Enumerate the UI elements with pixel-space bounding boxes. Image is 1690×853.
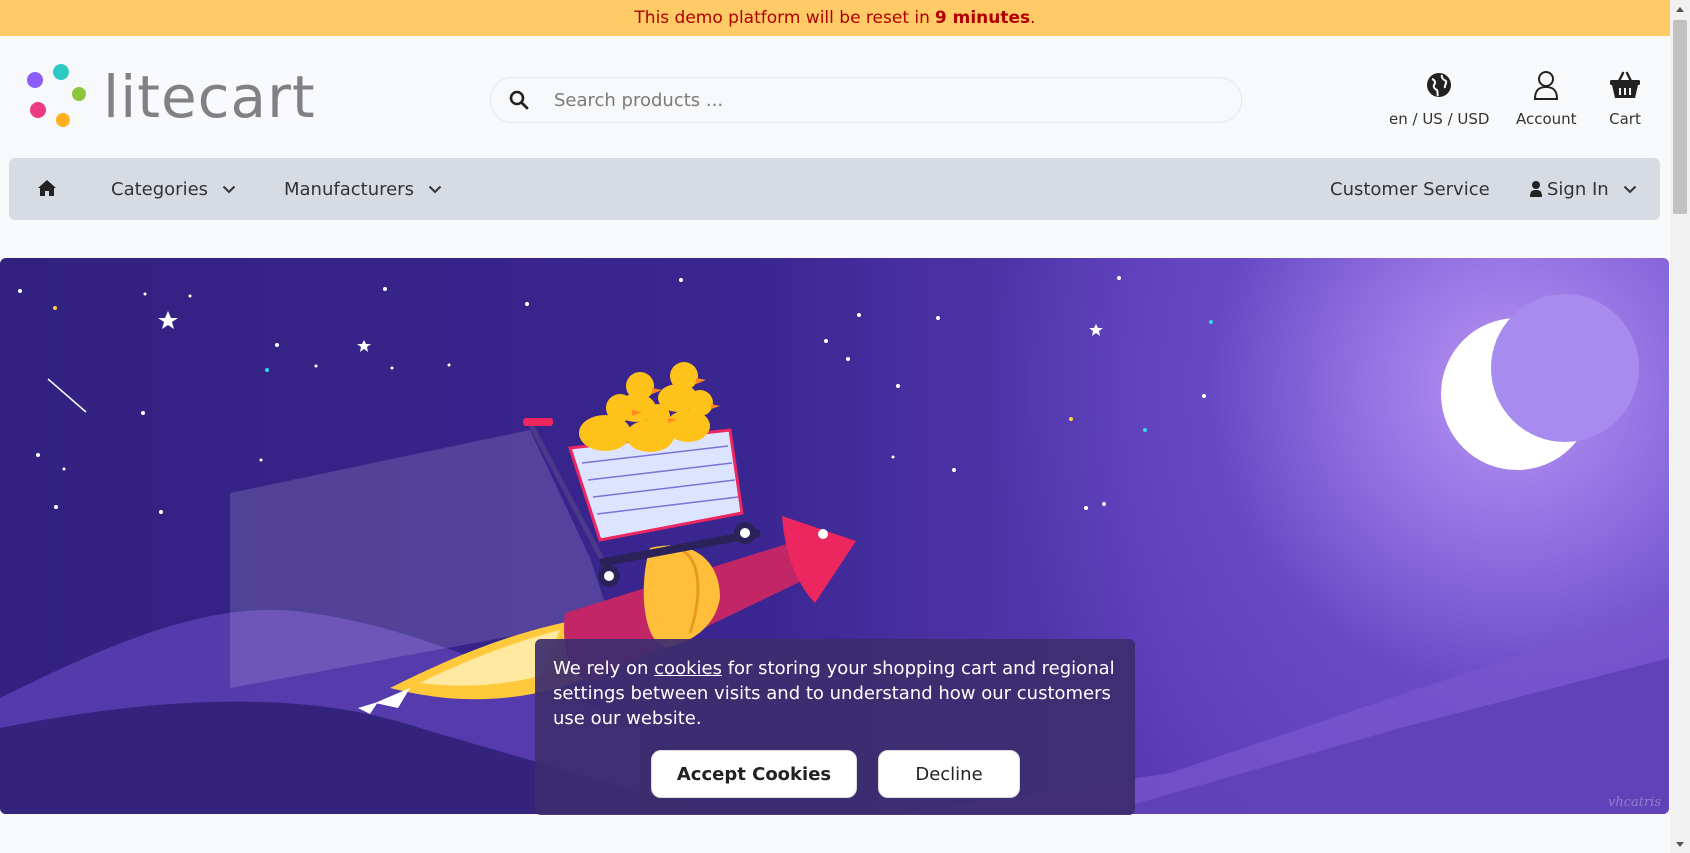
- nav-manufacturers[interactable]: Manufacturers: [284, 158, 442, 220]
- nav-customer-service[interactable]: Customer Service: [1330, 158, 1490, 220]
- notice-highlight: 9 minutes: [934, 8, 1031, 28]
- user-icon: [1533, 68, 1559, 102]
- home-icon[interactable]: [37, 179, 57, 199]
- site-logo[interactable]: litecart: [27, 62, 347, 132]
- categories-label: Categories: [111, 178, 209, 200]
- region-selector[interactable]: en / US / USD: [1389, 68, 1489, 128]
- cookies-link[interactable]: cookies: [654, 658, 722, 679]
- globe-icon: [1426, 68, 1452, 102]
- notice-prefix: This demo platform will be reset in: [634, 8, 930, 28]
- nav-sign-in[interactable]: Sign In: [1529, 158, 1637, 220]
- hero-watermark: vhcatris: [1607, 795, 1661, 810]
- sign-in-label: Sign In: [1547, 178, 1609, 200]
- scroll-down-arrow-icon[interactable]: [1670, 835, 1690, 853]
- account-link[interactable]: Account: [1516, 68, 1577, 128]
- site-header: litecart en / US / USD Account: [0, 36, 1670, 156]
- region-label: en / US / USD: [1389, 110, 1490, 128]
- logo-text: litecart: [103, 63, 316, 131]
- search-icon[interactable]: [508, 89, 530, 111]
- manufacturers-label: Manufacturers: [284, 178, 414, 200]
- accept-cookies-button[interactable]: Accept Cookies: [651, 750, 857, 798]
- cookie-consent-dialog: We rely on cookies for storing your shop…: [535, 639, 1135, 815]
- moon-icon: [1441, 294, 1639, 470]
- chevron-down-icon: [428, 185, 442, 193]
- cart-link[interactable]: Cart: [1609, 68, 1641, 128]
- chevron-down-icon: [222, 185, 236, 193]
- demo-reset-notice: This demo platform will be reset in 9 mi…: [0, 0, 1670, 36]
- basket-icon: [1609, 68, 1641, 102]
- cart-label: Cart: [1609, 110, 1641, 128]
- cookie-message: We rely on cookies for storing your shop…: [553, 656, 1118, 731]
- scrollbar-thumb[interactable]: [1673, 20, 1687, 214]
- page-scrollbar[interactable]: [1670, 0, 1690, 853]
- cookie-text-before: We rely on: [553, 658, 649, 679]
- search-input[interactable]: [552, 88, 1236, 112]
- customer-service-label: Customer Service: [1330, 178, 1490, 200]
- lock-user-icon: [1530, 181, 1542, 197]
- notice-suffix: .: [1030, 8, 1036, 28]
- main-navigation: Categories Manufacturers Customer Servic…: [9, 158, 1660, 220]
- account-label: Account: [1516, 110, 1577, 128]
- logo-dots-icon: [27, 64, 86, 127]
- nav-categories[interactable]: Categories: [111, 158, 236, 220]
- scroll-up-arrow-icon[interactable]: [1670, 0, 1690, 18]
- decline-cookies-button[interactable]: Decline: [878, 750, 1020, 798]
- search-box[interactable]: [490, 77, 1242, 123]
- chevron-down-icon: [1623, 185, 1636, 193]
